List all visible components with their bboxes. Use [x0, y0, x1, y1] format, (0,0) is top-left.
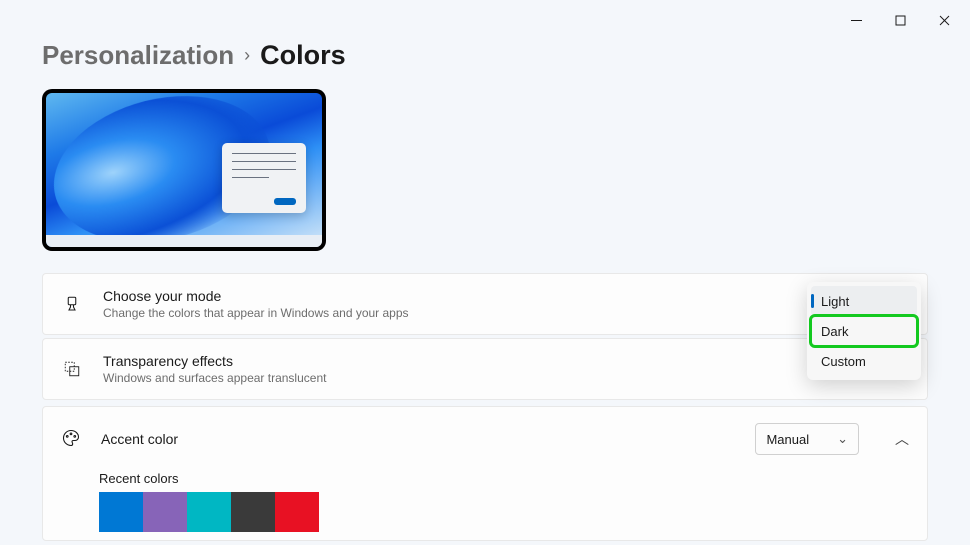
- palette-icon: [61, 428, 81, 451]
- close-button[interactable]: [922, 6, 966, 34]
- recent-colors-label: Recent colors: [99, 471, 871, 486]
- color-swatch[interactable]: [143, 492, 187, 532]
- page-title: Colors: [260, 40, 346, 71]
- row-subtitle: Windows and surfaces appear translucent: [103, 371, 909, 385]
- brush-icon: [61, 295, 83, 313]
- mode-option-light[interactable]: Light: [811, 286, 917, 316]
- maximize-button[interactable]: [878, 6, 922, 34]
- mode-option-dark[interactable]: Dark: [811, 316, 917, 346]
- breadcrumb-parent[interactable]: Personalization: [42, 40, 234, 71]
- chevron-right-icon: ›: [244, 45, 250, 66]
- row-subtitle: Change the colors that appear in Windows…: [103, 306, 909, 320]
- row-title: Accent color: [101, 431, 735, 447]
- dropdown-value: Manual: [766, 432, 809, 447]
- mode-dropdown-flyout: Light Dark Custom: [807, 282, 921, 380]
- accent-mode-dropdown[interactable]: Manual ⌄: [755, 423, 859, 455]
- row-title: Transparency effects: [103, 353, 909, 369]
- color-swatch[interactable]: [275, 492, 319, 532]
- chevron-down-icon: ⌄: [837, 431, 848, 447]
- window-titlebar: [0, 0, 970, 32]
- accent-color-section: Accent color Manual ⌄ ︿ Recent colors: [42, 406, 928, 541]
- row-transparency[interactable]: Transparency effects Windows and surface…: [42, 338, 928, 400]
- color-swatch[interactable]: [187, 492, 231, 532]
- desktop-preview: [42, 89, 326, 251]
- color-swatch[interactable]: [99, 492, 143, 532]
- row-title: Choose your mode: [103, 288, 909, 304]
- transparency-icon: [61, 360, 83, 378]
- recent-colors-list: [99, 492, 871, 532]
- minimize-button[interactable]: [834, 6, 878, 34]
- collapse-button[interactable]: ︿: [895, 429, 909, 449]
- mode-option-custom[interactable]: Custom: [811, 346, 917, 376]
- breadcrumb: Personalization › Colors: [42, 40, 928, 71]
- color-swatch[interactable]: [231, 492, 275, 532]
- row-choose-mode[interactable]: Choose your mode Change the colors that …: [42, 273, 928, 335]
